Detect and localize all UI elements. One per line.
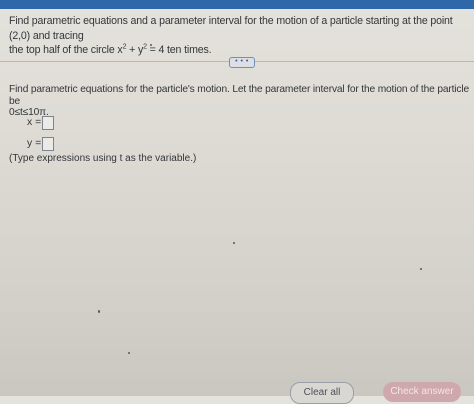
screen-speck — [98, 310, 100, 313]
y-equation-row: y = — [27, 137, 55, 151]
check-answer-button[interactable]: Check answer — [383, 382, 461, 402]
question-plus-y: + y — [126, 44, 144, 56]
y-answer-input[interactable] — [42, 137, 55, 151]
y-label: y = — [27, 138, 42, 149]
question-text: Find parametric equations and a paramete… — [9, 14, 467, 58]
question-line-2: the top half of the circle x2 + y2 = 4 t… — [9, 43, 467, 58]
screen-speck — [233, 242, 235, 244]
x-equation-row: x = — [27, 116, 55, 130]
more-button[interactable]: • • • — [229, 57, 255, 68]
screen-speck — [150, 44, 152, 46]
x-label: x = — [27, 117, 42, 128]
question-line-2-start: the top half of the circle x — [9, 44, 123, 56]
question-line-2-end: = 4 ten times. — [146, 44, 212, 56]
clear-all-button[interactable]: Clear all — [290, 382, 354, 404]
screen-speck — [128, 352, 130, 354]
instruction-line-1: Find parametric equations for the partic… — [9, 84, 469, 107]
x-answer-input[interactable] — [42, 116, 55, 130]
screen-speck — [420, 268, 422, 270]
hint-text: (Type expressions using t as the variabl… — [9, 153, 197, 164]
question-line-1: Find parametric equations and a paramete… — [9, 15, 453, 42]
parameter-interval: 0≤t≤10π. — [9, 107, 49, 118]
top-bar — [0, 0, 474, 9]
instruction-text: Find parametric equations for the partic… — [9, 84, 469, 119]
